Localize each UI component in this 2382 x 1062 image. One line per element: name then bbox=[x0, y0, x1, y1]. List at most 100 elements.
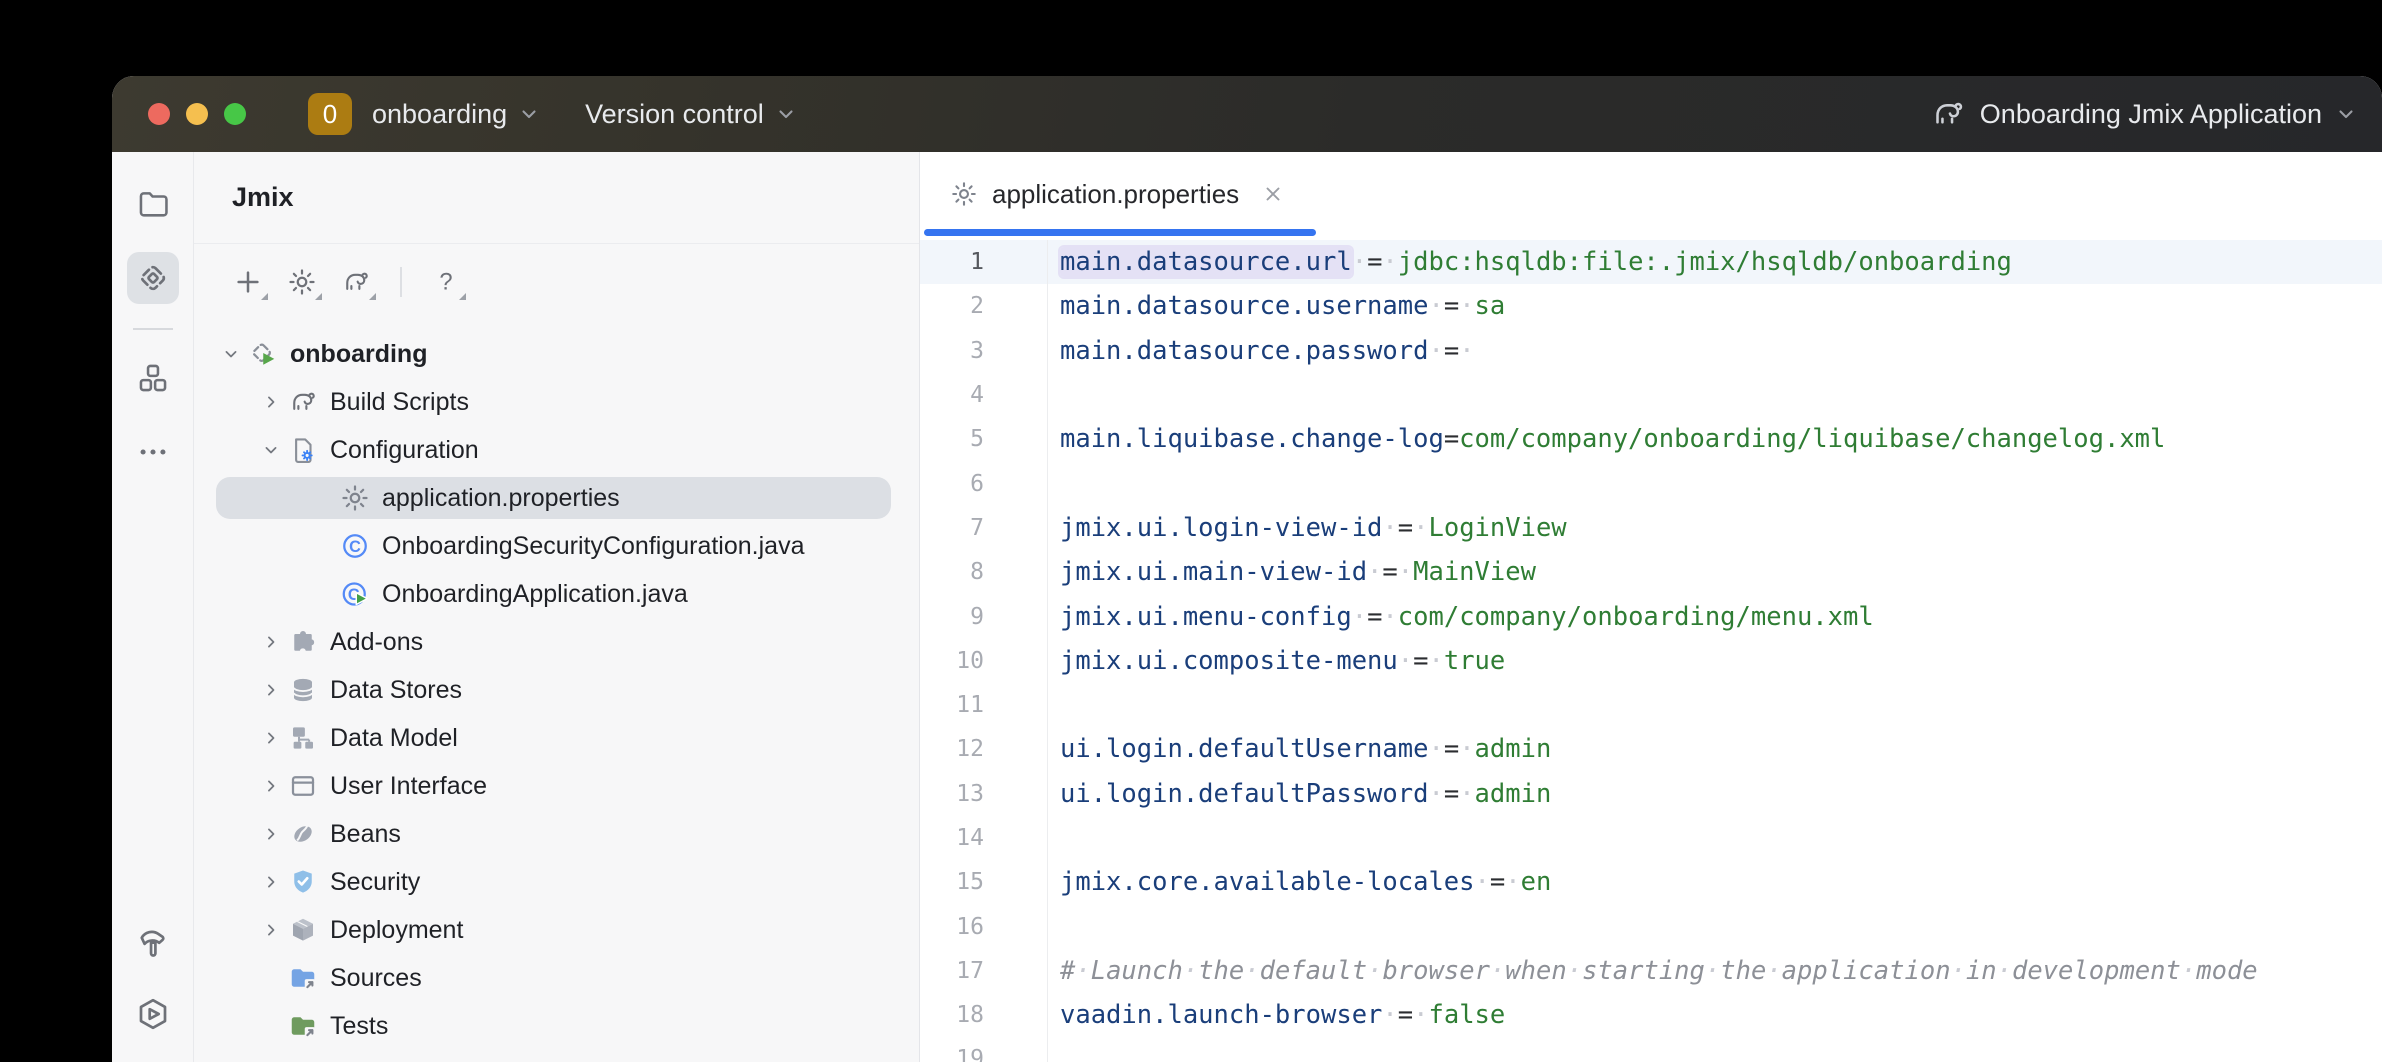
line-number: 16 bbox=[920, 914, 984, 940]
tree-item-onboardingapplication-java[interactable]: COnboardingApplication.java bbox=[194, 570, 919, 618]
tree-item-build-scripts[interactable]: Build Scripts bbox=[194, 378, 919, 426]
tree-item-sources[interactable]: Sources bbox=[194, 954, 919, 1002]
chevron-right-icon[interactable] bbox=[254, 872, 288, 892]
editor-gutter: 12 bbox=[920, 727, 1048, 771]
tab-label: application.properties bbox=[992, 179, 1239, 210]
editor-gutter: 18 bbox=[920, 993, 1048, 1037]
code-line-10[interactable]: 10jmix.ui.composite-menu·=·true bbox=[920, 639, 2382, 683]
comment-text: #·Launch·the·default·browser·when·starti… bbox=[1060, 956, 2258, 986]
line-number: 17 bbox=[920, 958, 984, 984]
config-file-icon bbox=[288, 435, 318, 465]
more-tool-button[interactable] bbox=[127, 426, 179, 478]
close-window-button[interactable] bbox=[148, 103, 170, 125]
property-key: main.datasource.password bbox=[1060, 336, 1428, 366]
code-line-15[interactable]: 15 jmix.core.available-locales·=·en bbox=[920, 860, 2382, 904]
project-tree: onboardingBuild Scripts Configuration appl… bbox=[194, 320, 919, 1062]
tree-item-deployment[interactable]: Deployment bbox=[194, 906, 919, 954]
plus-button[interactable] bbox=[226, 260, 270, 304]
tree-item-add-ons[interactable]: Add-ons bbox=[194, 618, 919, 666]
branch-badge[interactable]: 0 bbox=[308, 93, 352, 135]
chevron-right-icon[interactable] bbox=[254, 392, 288, 412]
code-line-13[interactable]: 13ui.login.defaultPassword·=·admin bbox=[920, 772, 2382, 816]
chevron-down-icon[interactable] bbox=[254, 440, 288, 460]
vcs-menu[interactable]: Version control bbox=[585, 99, 798, 130]
property-value: jdbc:hsqldb:file:.jmix/hsqldb/onboarding bbox=[1398, 247, 2012, 277]
code-text: #·Launch·the·default·browser·when·starti… bbox=[1048, 956, 2258, 986]
security-shield-icon bbox=[288, 867, 318, 897]
services-tool-button[interactable] bbox=[127, 988, 179, 1040]
svg-text:C: C bbox=[349, 538, 361, 556]
structure-tool-button[interactable] bbox=[127, 352, 179, 404]
code-line-14[interactable]: 14 bbox=[920, 816, 2382, 860]
help-button[interactable]: ? bbox=[424, 260, 468, 304]
code-line-7[interactable]: 7jmix.ui.login-view-id·=·LoginView bbox=[920, 506, 2382, 550]
editor-gutter: 17 bbox=[920, 949, 1048, 993]
tab-application-properties[interactable]: application.properties bbox=[920, 152, 1311, 236]
code-line-18[interactable]: 18vaadin.launch-browser·=·false bbox=[920, 993, 2382, 1037]
jmix-tool-tool-button[interactable] bbox=[127, 252, 179, 304]
code-text: jmix.ui.login-view-id·=·LoginView bbox=[1048, 513, 1567, 543]
code-text: jmix.ui.main-view-id·=·MainView bbox=[1048, 557, 1536, 587]
tree-item-application-properties[interactable]: application.properties bbox=[194, 474, 919, 522]
code-line-12[interactable]: 12ui.login.defaultUsername·=·admin bbox=[920, 727, 2382, 771]
line-number: 15 bbox=[920, 869, 984, 895]
code-line-3[interactable]: 3main.datasource.password·=· bbox=[920, 329, 2382, 373]
code-line-17[interactable]: 17 #·Launch·the·default·browser·when·star… bbox=[920, 949, 2382, 993]
chevron-right-icon[interactable] bbox=[254, 728, 288, 748]
tree-item-data-stores[interactable]: Data Stores bbox=[194, 666, 919, 714]
code-line-2[interactable]: 2main.datasource.username·=·sa bbox=[920, 284, 2382, 328]
jmix-project-icon bbox=[248, 339, 278, 369]
build-hammer-tool-button[interactable] bbox=[127, 914, 179, 966]
tree-item-onboarding[interactable]: onboarding bbox=[194, 330, 919, 378]
tree-item-label: application.properties bbox=[382, 484, 620, 513]
tree-item-data-model[interactable]: Data Model bbox=[194, 714, 919, 762]
code-line-16[interactable]: 16 bbox=[920, 904, 2382, 948]
code-text: main.datasource.url·=·jdbc:hsqldb:file:.… bbox=[1048, 247, 2012, 277]
run-configuration-label: Onboarding Jmix Application bbox=[1980, 99, 2322, 130]
line-number: 12 bbox=[920, 736, 984, 762]
code-line-4[interactable]: 4 bbox=[920, 373, 2382, 417]
code-line-8[interactable]: 8jmix.ui.main-view-id·=·MainView bbox=[920, 550, 2382, 594]
tree-item-beans[interactable]: Beans bbox=[194, 810, 919, 858]
property-value: LoginView bbox=[1428, 513, 1566, 543]
code-line-11[interactable]: 11 bbox=[920, 683, 2382, 727]
code-editor[interactable]: 1main.datasource.url·=·jdbc:hsqldb:file:… bbox=[920, 236, 2382, 1062]
code-line-9[interactable]: 9jmix.ui.menu-config·=·com/company/onboa… bbox=[920, 594, 2382, 638]
gear-icon bbox=[287, 267, 317, 297]
tree-item-label: Configuration bbox=[330, 436, 479, 465]
editor-gutter: 2 bbox=[920, 284, 1048, 328]
chevron-down-icon[interactable] bbox=[214, 344, 248, 364]
minimize-window-button[interactable] bbox=[186, 103, 208, 125]
code-line-1[interactable]: 1main.datasource.url·=·jdbc:hsqldb:file:… bbox=[920, 240, 2382, 284]
line-number: 11 bbox=[920, 692, 984, 718]
folder-tool-button[interactable] bbox=[127, 178, 179, 230]
tree-item-user-interface[interactable]: User Interface bbox=[194, 762, 919, 810]
tree-item-security[interactable]: Security bbox=[194, 858, 919, 906]
code-line-5[interactable]: 5main.liquibase.change-log=com/company/o… bbox=[920, 417, 2382, 461]
tree-item-configuration[interactable]: Configuration bbox=[194, 426, 919, 474]
zoom-window-button[interactable] bbox=[224, 103, 246, 125]
chevron-right-icon[interactable] bbox=[254, 920, 288, 940]
property-key: jmix.ui.composite-menu bbox=[1060, 646, 1398, 676]
code-line-19[interactable]: 19 bbox=[920, 1037, 2382, 1062]
svg-text:?: ? bbox=[439, 269, 452, 296]
close-icon[interactable] bbox=[1261, 182, 1285, 206]
ide-window: 0 onboarding Version control Onboarding … bbox=[112, 76, 2382, 1062]
bean-icon bbox=[288, 819, 318, 849]
chevron-right-icon[interactable] bbox=[254, 680, 288, 700]
gear-button[interactable] bbox=[280, 260, 324, 304]
project-menu[interactable]: onboarding bbox=[372, 99, 541, 130]
chevron-right-icon[interactable] bbox=[254, 824, 288, 844]
run-configuration-selector[interactable]: Onboarding Jmix Application bbox=[1930, 96, 2358, 132]
gradle-elephant-button[interactable] bbox=[334, 260, 378, 304]
chevron-right-icon[interactable] bbox=[254, 632, 288, 652]
code-line-6[interactable]: 6 bbox=[920, 461, 2382, 505]
chevron-right-icon[interactable] bbox=[254, 776, 288, 796]
code-text: jmix.core.available-locales·=·en bbox=[1048, 867, 1551, 897]
properties-gear-icon bbox=[950, 180, 978, 208]
dropdown-triangle bbox=[369, 293, 376, 300]
editor-tab-bar: application.properties bbox=[920, 152, 2382, 236]
tree-item-onboardingsecurityconfiguration-java[interactable]: COnboardingSecurityConfiguration.java bbox=[194, 522, 919, 570]
addon-puzzle-icon bbox=[288, 627, 318, 657]
tree-item-tests[interactable]: Tests bbox=[194, 1002, 919, 1050]
